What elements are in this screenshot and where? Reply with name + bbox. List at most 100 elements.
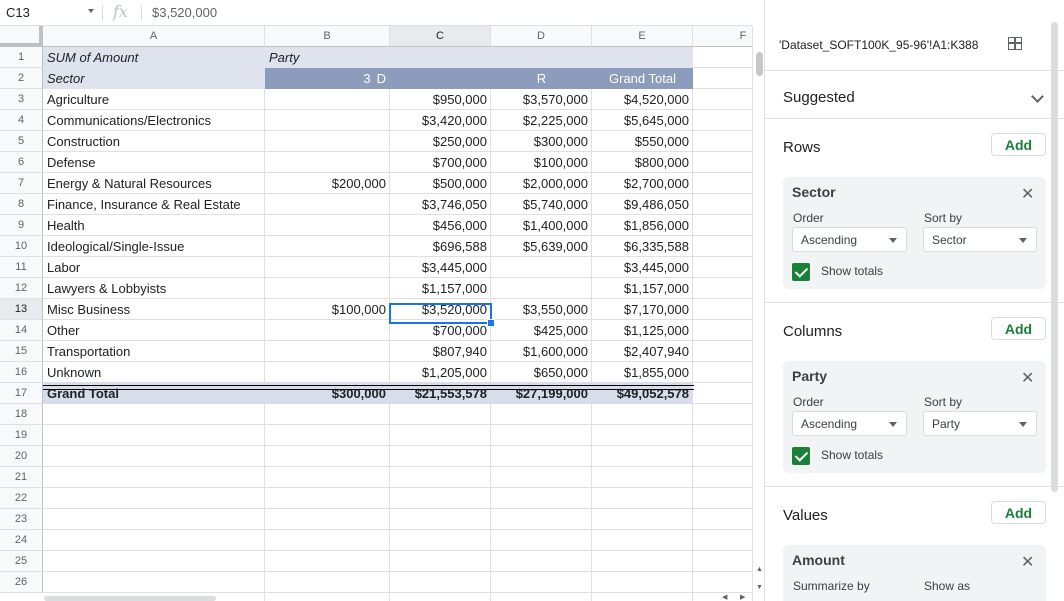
value-cell[interactable]: $3,445,000 <box>390 257 491 278</box>
row-header[interactable]: 23 <box>0 509 43 530</box>
row-header[interactable]: 10 <box>0 236 43 257</box>
order-select[interactable]: Ascending <box>792 411 907 436</box>
value-cell[interactable] <box>265 131 390 152</box>
total-cell[interactable]: $6,335,588 <box>592 236 693 257</box>
pivot-column-label-b[interactable]: 3D <box>265 68 390 89</box>
value-cell[interactable]: $425,000 <box>491 320 592 341</box>
data-range[interactable]: 'Dataset_SOFT100K_95-96'!A1:K388 <box>779 38 978 52</box>
value-cell[interactable] <box>265 341 390 362</box>
sector-cell[interactable]: Health <box>43 215 265 236</box>
chevron-down-icon[interactable] <box>88 9 94 13</box>
value-cell[interactable] <box>265 278 390 299</box>
row-header[interactable]: 24 <box>0 530 43 551</box>
value-cell[interactable]: $950,000 <box>390 89 491 110</box>
total-cell[interactable]: $800,000 <box>592 152 693 173</box>
row-header[interactable]: 18 <box>0 404 43 425</box>
value-cell[interactable]: $5,639,000 <box>491 236 592 257</box>
sector-cell[interactable]: Defense <box>43 152 265 173</box>
scroll-up-icon[interactable]: ▲ <box>756 566 763 573</box>
order-select[interactable]: Ascending <box>792 227 907 252</box>
total-cell[interactable]: $4,520,000 <box>592 89 693 110</box>
total-cell[interactable]: $3,445,000 <box>592 257 693 278</box>
value-cell[interactable] <box>265 236 390 257</box>
value-cell[interactable]: $3,746,050 <box>390 194 491 215</box>
show-totals-checkbox[interactable] <box>792 447 810 465</box>
row-header[interactable]: 22 <box>0 488 43 509</box>
value-cell[interactable] <box>265 257 390 278</box>
add-value-button[interactable]: Add <box>991 501 1046 524</box>
scroll-down-icon[interactable]: ▼ <box>756 584 763 591</box>
sector-cell[interactable]: Finance, Insurance & Real Estate <box>43 194 265 215</box>
show-totals-checkbox[interactable] <box>792 263 810 281</box>
select-range-icon[interactable] <box>1008 37 1022 50</box>
value-cell[interactable]: $250,000 <box>390 131 491 152</box>
sector-cell[interactable]: Unknown <box>43 362 265 383</box>
sector-cell[interactable]: Ideological/Single-Issue <box>43 236 265 257</box>
value-cell[interactable]: $696,588 <box>390 236 491 257</box>
party-r-label[interactable]: R <box>491 68 592 89</box>
value-cell[interactable]: $1,157,000 <box>390 278 491 299</box>
value-cell[interactable]: $2,225,000 <box>491 110 592 131</box>
row-header[interactable]: 3 <box>0 89 43 110</box>
value-cell[interactable]: $1,600,000 <box>491 341 592 362</box>
value-cell[interactable]: $3,420,000 <box>390 110 491 131</box>
column-header-e[interactable]: E <box>592 26 693 47</box>
row-header[interactable]: 19 <box>0 425 43 446</box>
value-cell[interactable] <box>491 278 592 299</box>
total-cell[interactable]: $2,407,940 <box>592 341 693 362</box>
sector-cell[interactable]: Transportation <box>43 341 265 362</box>
row-header[interactable]: 13 <box>0 299 43 320</box>
add-column-button[interactable]: Add <box>991 317 1046 340</box>
row-header[interactable]: 8 <box>0 194 43 215</box>
total-cell[interactable]: $1,856,000 <box>592 215 693 236</box>
scroll-left-icon[interactable]: ◀ <box>722 593 727 601</box>
panel-scrollbar-thumb[interactable] <box>1051 22 1058 492</box>
chevron-down-icon[interactable] <box>1031 90 1044 103</box>
value-cell[interactable]: $456,000 <box>390 215 491 236</box>
row-header[interactable]: 25 <box>0 551 43 572</box>
row-header[interactable]: 21 <box>0 467 43 488</box>
suggested-heading[interactable]: Suggested <box>783 89 855 106</box>
value-cell[interactable] <box>265 320 390 341</box>
horizontal-scrollbar-thumb[interactable] <box>44 596 216 601</box>
pivot-row-field-header[interactable]: Sector <box>43 68 265 89</box>
remove-field-icon[interactable]: ✕ <box>1021 552 1034 572</box>
row-header[interactable]: 5 <box>0 131 43 152</box>
value-cell[interactable] <box>265 215 390 236</box>
column-header-a[interactable]: A <box>43 26 265 47</box>
sector-cell[interactable]: Labor <box>43 257 265 278</box>
value-cell[interactable] <box>265 194 390 215</box>
scroll-right-icon[interactable]: ▶ <box>740 593 745 601</box>
row-header[interactable]: 1 <box>0 47 43 68</box>
sector-cell[interactable]: Communications/Electronics <box>43 110 265 131</box>
row-header[interactable]: 26 <box>0 572 43 593</box>
value-cell[interactable]: $5,740,000 <box>491 194 592 215</box>
total-cell[interactable]: $2,700,000 <box>592 173 693 194</box>
row-header[interactable]: 9 <box>0 215 43 236</box>
value-cell[interactable]: $100,000 <box>265 299 390 320</box>
column-header-f[interactable]: F <box>693 26 752 47</box>
value-cell[interactable] <box>265 362 390 383</box>
value-cell[interactable]: $700,000 <box>390 152 491 173</box>
total-cell[interactable]: $7,170,000 <box>592 299 693 320</box>
name-box[interactable]: C13 <box>0 0 100 25</box>
row-header[interactable]: 6 <box>0 152 43 173</box>
total-cell[interactable]: $1,855,000 <box>592 362 693 383</box>
column-header-d[interactable]: D <box>491 26 592 47</box>
total-cell[interactable]: $550,000 <box>592 131 693 152</box>
value-cell[interactable]: $650,000 <box>491 362 592 383</box>
value-cell[interactable]: $3,570,000 <box>491 89 592 110</box>
value-cell[interactable]: $807,940 <box>390 341 491 362</box>
sort-by-select[interactable]: Party <box>923 411 1037 436</box>
add-row-button[interactable]: Add <box>991 133 1046 156</box>
sector-cell[interactable]: Construction <box>43 131 265 152</box>
value-cell[interactable]: $100,000 <box>491 152 592 173</box>
column-header-c[interactable]: C <box>390 26 491 47</box>
remove-field-icon[interactable]: ✕ <box>1021 368 1034 388</box>
remove-field-icon[interactable]: ✕ <box>1021 184 1034 204</box>
row-header[interactable]: 14 <box>0 320 43 341</box>
value-cell[interactable] <box>265 89 390 110</box>
scrollbar-thumb[interactable] <box>756 52 763 76</box>
value-cell[interactable] <box>265 152 390 173</box>
row-header[interactable]: 20 <box>0 446 43 467</box>
